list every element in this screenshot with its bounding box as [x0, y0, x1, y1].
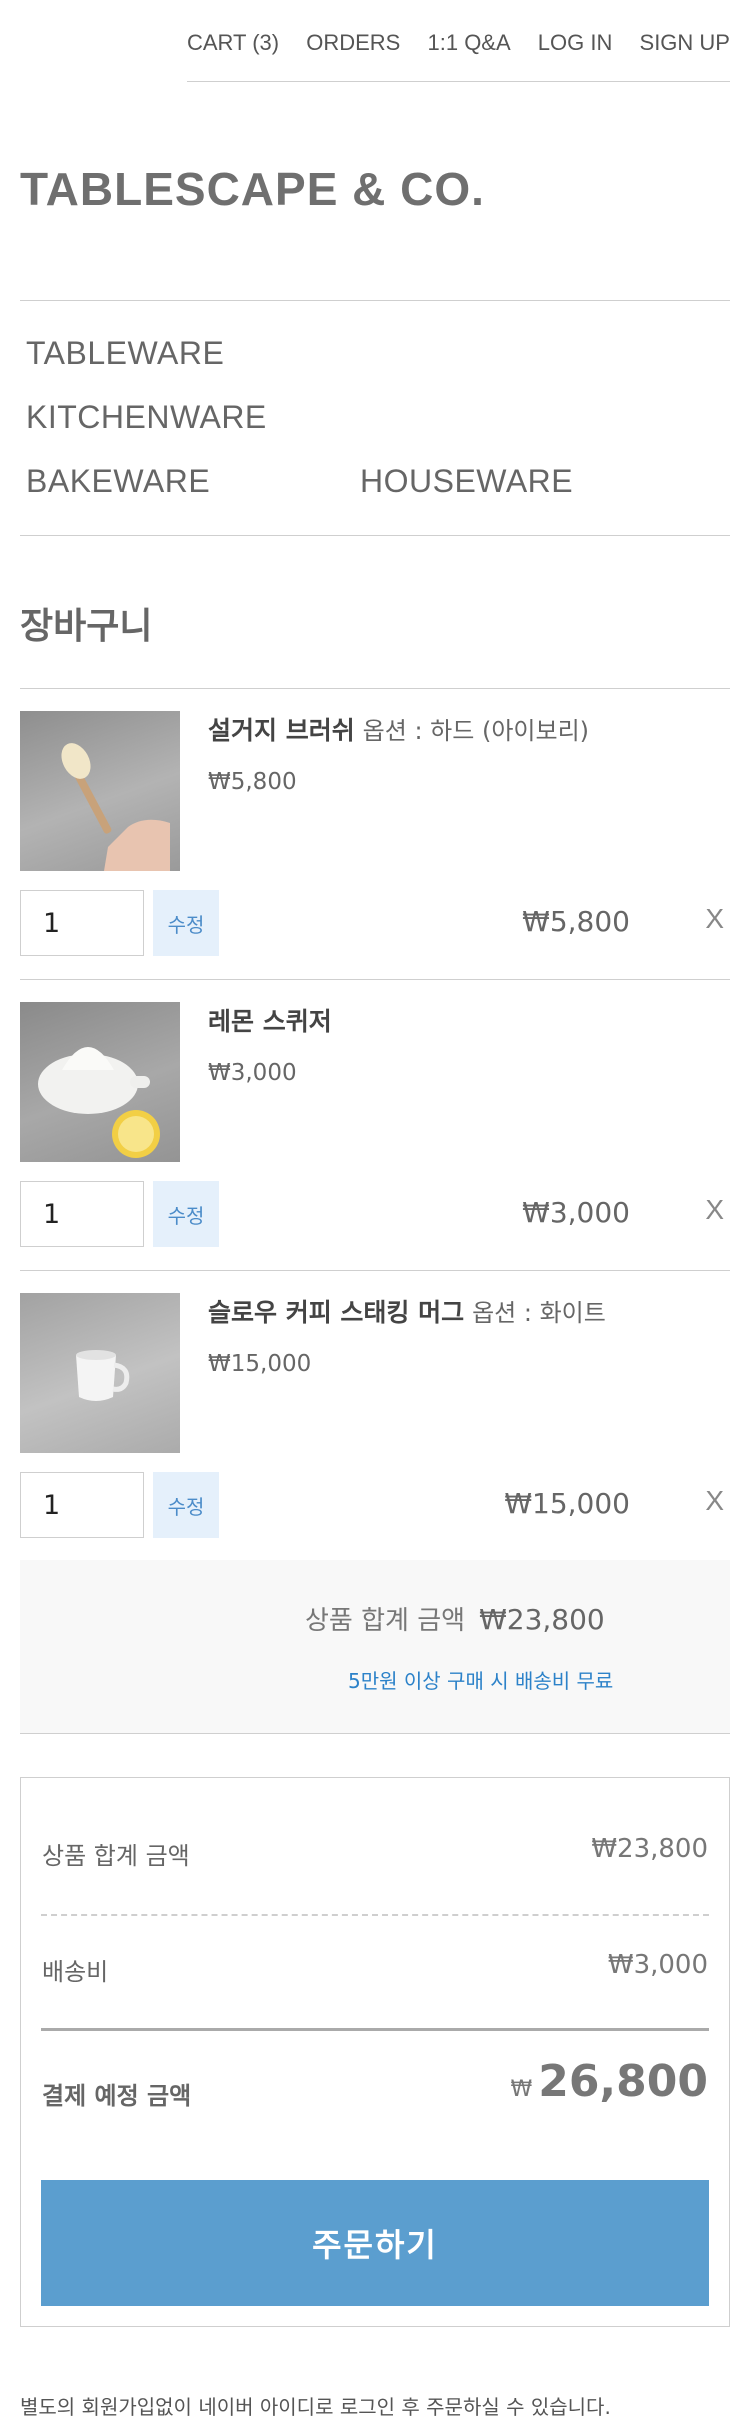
free-shipping-note: 5만원 이상 구매 시 배송비 무료: [348, 1669, 614, 1693]
edit-quantity-button[interactable]: 수정: [153, 890, 219, 956]
product-name-line: 슬로우 커피 스태킹 머그 옵션 : 화이트: [208, 1293, 606, 1329]
product-thumbnail[interactable]: [20, 1293, 180, 1453]
total-amount: ₩26,800: [510, 2056, 708, 2107]
subtotal-value: ₩23,800: [591, 1834, 708, 1864]
total-label: 결제 예정 금액: [42, 2082, 192, 2110]
solid-divider: [41, 2028, 709, 2031]
category-kitchenware[interactable]: KITCHENWARE: [26, 399, 267, 436]
remove-item-icon[interactable]: X: [705, 1194, 724, 1226]
cart-summary-bar: 상품 합계 금액 ₩23,800 5만원 이상 구매 시 배송비 무료: [20, 1560, 730, 1734]
naver-login-note: 별도의 회원가입없이 네이버 아이디로 로그인 후 주문하실 수 있습니다.: [20, 2395, 611, 2419]
product-option: 옵션 : 화이트: [472, 1299, 606, 1327]
top-nav: CART (3) ORDERS 1:1 Q&A LOG IN SIGN UP: [187, 0, 730, 82]
cart-item: 설거지 브러쉬 옵션 : 하드 (아이보리) ₩5,800 수정 ₩5,800 …: [20, 689, 730, 980]
cart-item: 슬로우 커피 스태킹 머그 옵션 : 화이트 ₩15,000 수정 ₩15,00…: [20, 1271, 730, 1562]
shipping-value: ₩3,000: [607, 1950, 708, 1980]
quantity-input[interactable]: [20, 1181, 144, 1247]
product-thumbnail[interactable]: [20, 711, 180, 871]
edit-quantity-button[interactable]: 수정: [153, 1472, 219, 1538]
remove-item-icon[interactable]: X: [705, 1485, 724, 1517]
unit-price: ₩3,000: [208, 1060, 297, 1086]
total-value: 26,800: [538, 2056, 708, 2107]
total-currency: ₩: [510, 2077, 533, 2102]
summary-subtotal-value: ₩23,800: [479, 1603, 605, 1636]
product-option: 옵션 : 하드 (아이보리): [362, 717, 590, 745]
product-name[interactable]: 슬로우 커피 스태킹 머그: [208, 1298, 464, 1327]
nav-qna-link[interactable]: 1:1 Q&A: [428, 30, 511, 56]
product-name-line: 설거지 브러쉬 옵션 : 하드 (아이보리): [208, 711, 589, 747]
cart-list: 설거지 브러쉬 옵션 : 하드 (아이보리) ₩5,800 수정 ₩5,800 …: [20, 688, 730, 1562]
quantity-input[interactable]: [20, 1472, 144, 1538]
nav-login-link[interactable]: LOG IN: [538, 30, 613, 56]
order-summary-box: 상품 합계 금액 ₩23,800 배송비 ₩3,000 결제 예정 금액 ₩26…: [20, 1777, 730, 2327]
nav-signup-link[interactable]: SIGN UP: [640, 30, 730, 56]
nav-orders-link[interactable]: ORDERS: [306, 30, 400, 56]
line-total: ₩5,800: [522, 905, 630, 938]
product-name-line: 레몬 스퀴저: [208, 1002, 332, 1038]
category-houseware[interactable]: HOUSEWARE: [360, 463, 573, 500]
unit-price: ₩15,000: [208, 1351, 312, 1377]
line-total: ₩3,000: [522, 1196, 630, 1229]
summary-subtotal-label: 상품 합계 금액: [305, 1606, 466, 1636]
product-thumbnail[interactable]: [20, 1002, 180, 1162]
shipping-label: 배송비: [42, 1958, 109, 1986]
product-name[interactable]: 레몬 스퀴저: [208, 1007, 332, 1036]
nav-cart-link[interactable]: CART (3): [187, 30, 279, 56]
category-tableware[interactable]: TABLEWARE: [26, 335, 224, 372]
brand-logo[interactable]: TABLESCAPE & CO.: [20, 162, 485, 216]
edit-quantity-button[interactable]: 수정: [153, 1181, 219, 1247]
product-name[interactable]: 설거지 브러쉬: [208, 716, 355, 745]
order-button[interactable]: 주문하기: [41, 2180, 709, 2306]
remove-item-icon[interactable]: X: [705, 903, 724, 935]
category-bakeware[interactable]: BAKEWARE: [26, 463, 210, 500]
unit-price: ₩5,800: [208, 769, 297, 795]
page-title: 장바구니: [20, 606, 153, 647]
quantity-input[interactable]: [20, 890, 144, 956]
cart-item: 레몬 스퀴저 ₩3,000 수정 ₩3,000 X: [20, 980, 730, 1271]
line-total: ₩15,000: [504, 1487, 630, 1520]
summary-subtotal: 상품 합계 금액 ₩23,800: [305, 1600, 605, 1637]
dashed-divider: [41, 1914, 709, 1916]
subtotal-label: 상품 합계 금액: [42, 1842, 190, 1870]
category-nav: TABLEWARE KITCHENWARE BAKEWARE HOUSEWARE: [20, 300, 730, 536]
